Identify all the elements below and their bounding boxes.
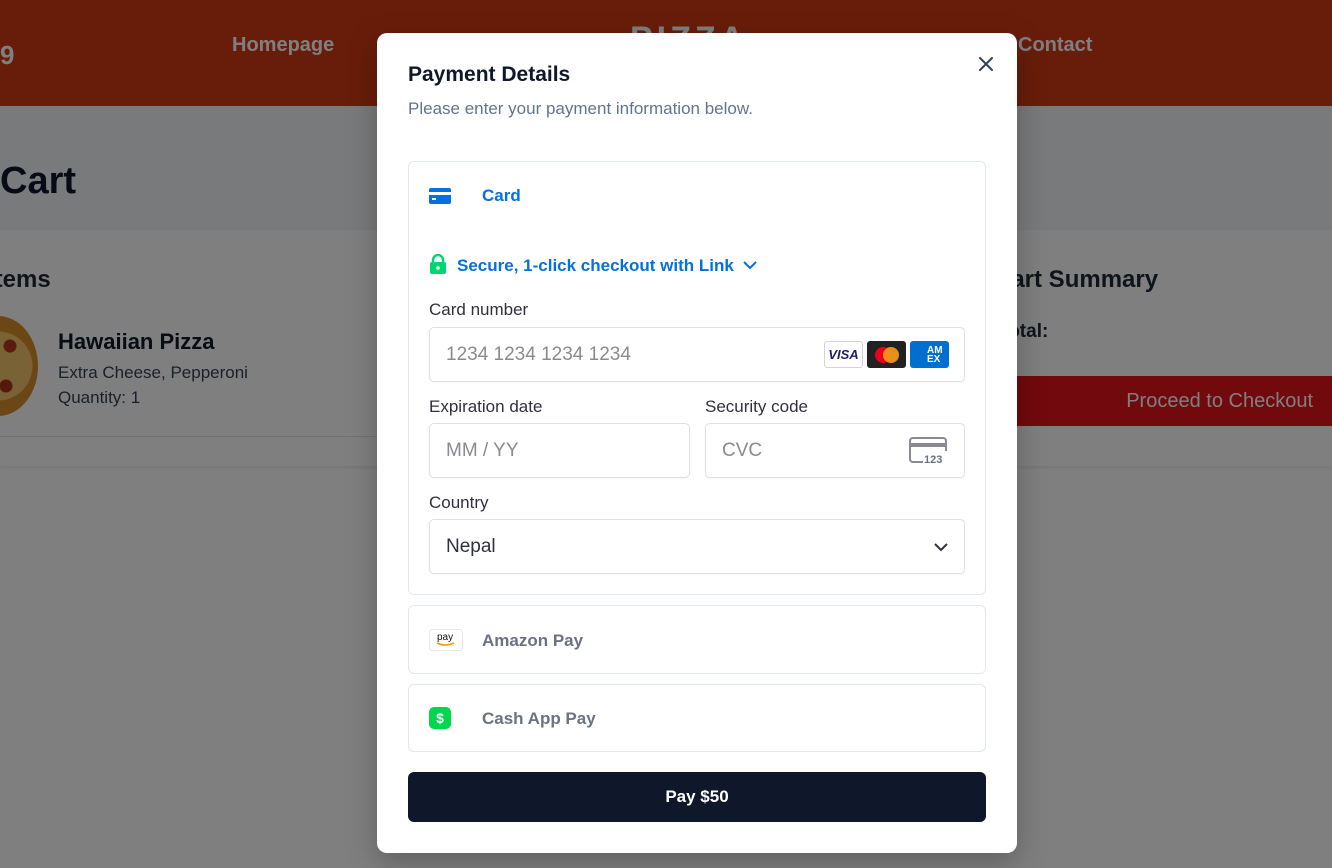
amazon-pay-icon: pay [429,629,463,656]
amex-icon: AMEX [910,341,949,368]
card-number-label: Card number [429,300,529,319]
chevron-down-icon [742,257,758,275]
amazon-pay-option[interactable]: pay Amazon Pay [408,605,986,674]
expiration-date-input[interactable] [430,424,689,477]
visa-icon: VISA [824,341,863,368]
amex-text: AMEX [927,344,943,365]
cash-app-icon-text: $ [436,710,444,726]
tab-card[interactable]: Card [482,186,521,206]
country-value: Nepal [446,535,496,557]
credit-card-icon [429,188,451,204]
close-icon[interactable] [975,53,997,75]
cash-app-pay-option[interactable]: $ Cash App Pay [408,684,986,752]
expiration-date-field [429,423,690,478]
link-checkout-label: Secure, 1-click checkout with Link [457,256,734,275]
pay-button[interactable]: Pay $50 [408,772,986,822]
lock-icon [429,253,447,279]
card-brands: VISA AMEX [824,341,949,368]
country-label: Country [429,493,489,512]
cvc-icon-text: 123 [924,454,942,465]
card-payment-section: Card Secure, 1-click checkout with Link … [408,161,986,595]
cash-app-pay-label: Cash App Pay [482,709,596,728]
payment-modal: Payment Details Please enter your paymen… [377,33,1017,853]
card-number-field: VISA AMEX [429,327,965,382]
security-code-field: 123 [705,423,965,478]
cash-app-icon: $ [429,707,451,734]
country-select[interactable]: Nepal [429,519,965,574]
expiration-date-label: Expiration date [429,397,543,416]
amazon-pay-icon-text: pay [437,632,453,643]
modal-title: Payment Details [408,63,571,86]
link-checkout-toggle[interactable]: Secure, 1-click checkout with Link [429,253,758,279]
visa-text: VISA [828,347,859,362]
modal-subtitle: Please enter your payment information be… [408,99,753,118]
amazon-pay-label: Amazon Pay [482,631,584,650]
cvc-card-icon: 123 [909,437,949,470]
chevron-down-icon [933,540,949,558]
security-code-label: Security code [705,397,808,416]
mastercard-icon [867,341,906,368]
